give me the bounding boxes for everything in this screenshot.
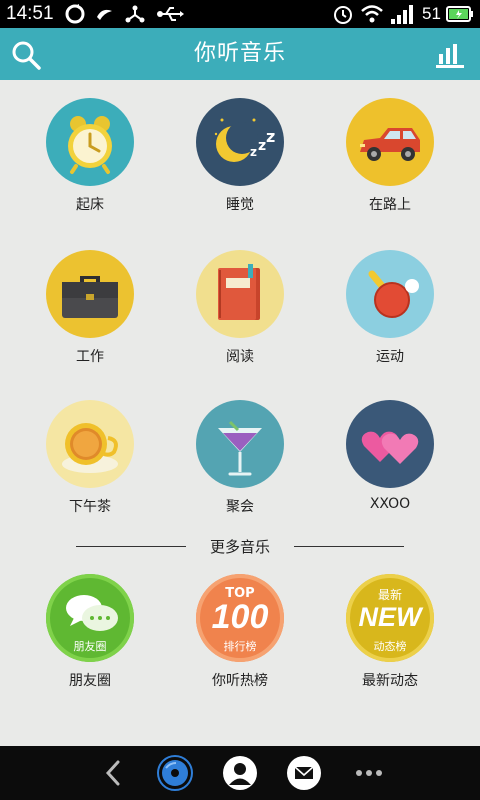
battery-icon: [446, 6, 473, 22]
scene-label: 阅读: [226, 349, 254, 365]
scene-label: 聚会: [226, 499, 254, 515]
signal-icon: [391, 5, 413, 24]
more-label: 最新动态: [362, 673, 418, 689]
scene-reading[interactable]: 阅读: [180, 250, 300, 376]
alarm-icon: [334, 6, 352, 24]
scene-work[interactable]: 工作: [30, 250, 150, 376]
equalizer-icon[interactable]: [436, 42, 464, 68]
top100-icon: TOP 100 排行榜: [196, 574, 284, 662]
car-icon: [346, 98, 434, 186]
moon-sleep-icon: z z z: [196, 98, 284, 186]
battery-level: 51: [422, 4, 441, 23]
page-title: 你听音乐: [193, 41, 286, 66]
cocktail-icon: [196, 400, 284, 488]
new-icon: 最新 NEW 动态榜: [346, 574, 434, 662]
new-badge-caption: 动态榜: [373, 640, 407, 653]
status-bar: 14:51 51: [0, 0, 480, 28]
more-icon[interactable]: [350, 754, 388, 792]
sync-icon: [65, 4, 85, 24]
scene-label: 在路上: [369, 197, 411, 213]
scene-sports[interactable]: 运动: [330, 250, 450, 376]
new-badge-word: NEW: [358, 602, 422, 632]
status-time: 14:51: [6, 3, 54, 24]
briefcase-icon: [46, 250, 134, 338]
ping-pong-icon: [346, 250, 434, 338]
svg-text:z: z: [258, 138, 266, 154]
more-latest[interactable]: 最新 NEW 动态榜 最新动态: [330, 574, 450, 700]
scene-label: 工作: [76, 349, 104, 365]
profile-icon[interactable]: [221, 754, 259, 792]
scene-on-the-road[interactable]: 在路上: [330, 98, 450, 224]
mail-icon[interactable]: [285, 754, 323, 792]
scene-sleep[interactable]: z z z 睡觉: [180, 98, 300, 224]
divider-left: [76, 546, 186, 547]
app-header: 你听音乐: [0, 28, 480, 80]
notification-icon: [97, 9, 112, 20]
svg-text:z: z: [250, 145, 257, 159]
more-top-chart[interactable]: TOP 100 排行榜 你听热榜: [180, 574, 300, 700]
usb-icon: [157, 7, 184, 21]
more-friends-circle[interactable]: 朋友圈 朋友圈: [30, 574, 150, 700]
scene-label: 运动: [376, 349, 404, 365]
more-label: 朋友圈: [69, 673, 111, 689]
scene-label: XXOO: [369, 496, 411, 512]
book-icon: [196, 250, 284, 338]
scene-xxoo[interactable]: XXOO: [330, 400, 450, 526]
wifi-icon: [361, 5, 383, 23]
scene-label: 睡觉: [226, 197, 254, 213]
more-music-heading: 更多音乐: [209, 538, 270, 556]
tea-cup-icon: [46, 400, 134, 488]
friends-badge: 朋友圈: [73, 640, 107, 653]
scene-label: 下午茶: [69, 499, 111, 515]
more-label: 你听热榜: [212, 673, 268, 689]
top-badge-caption: 排行榜: [223, 640, 257, 653]
chat-bubbles-icon: 朋友圈: [46, 574, 134, 662]
new-badge-text: 最新: [377, 588, 402, 602]
scene-label: 起床: [76, 197, 104, 213]
back-icon[interactable]: [94, 754, 132, 792]
alarm-clock-icon: [46, 98, 134, 186]
scene-party[interactable]: 聚会: [180, 400, 300, 526]
scene-wake-up[interactable]: 起床: [30, 98, 150, 224]
hearts-icon: [346, 400, 434, 488]
scene-afternoon-tea[interactable]: 下午茶: [30, 400, 150, 526]
svg-text:z: z: [266, 127, 275, 146]
music-disc-icon[interactable]: [156, 754, 194, 792]
divider-right: [294, 546, 404, 547]
bottom-nav: [0, 746, 480, 800]
top-badge-number: 100: [211, 598, 269, 636]
share-icon: [125, 5, 145, 23]
